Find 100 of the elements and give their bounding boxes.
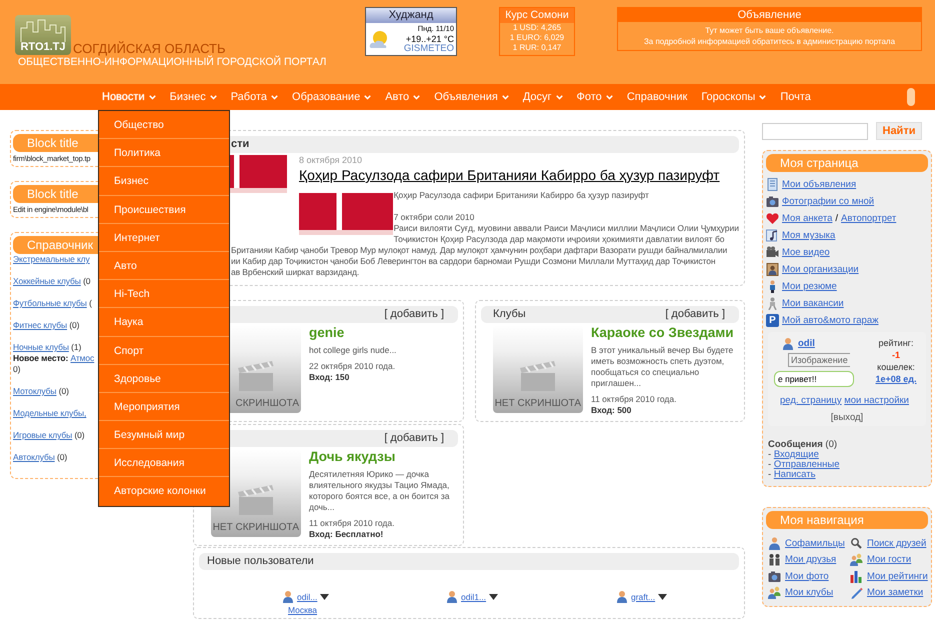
dropdown-menu-item[interactable]: Мероприятия [99,392,229,422]
new-place-label: Новое место: [13,353,68,363]
nav-menu-item[interactable]: Новости [102,84,156,110]
directory-link[interactable]: Хоккейные клубы [13,276,81,286]
messages-link[interactable]: Отправленные [774,459,840,470]
profile-menu-link[interactable]: Мое видео [782,247,830,258]
logout-link[interactable]: [выход] [772,412,922,423]
film-camera-icon [766,246,779,259]
site-logo[interactable]: RTO1.TJ [15,15,71,55]
event-title[interactable]: genie [309,325,396,340]
directory-link[interactable]: Игровые клубы [13,430,72,440]
guests-icon [850,553,863,566]
portrait-icon [766,263,779,276]
profile-link[interactable]: ред. страницу [780,395,842,406]
username-link[interactable]: graft... [631,592,656,602]
dropdown-menu-item[interactable]: Авто [99,252,229,280]
profile-menu-link[interactable]: Мои организации [782,264,859,275]
people-icon [768,536,781,550]
search-field[interactable] [762,122,868,140]
username-link[interactable]: odil... [297,592,318,602]
dropdown-menu-item[interactable]: Происшествия [99,196,229,224]
city-link[interactable]: Москва [282,605,446,615]
event-description: Десятилетняя Юрико — дочка влиятельного якудзы Тацио Ямада, которого боятся все, а он боится за дочь... [309,469,451,513]
nav-menu-item[interactable]: Почта [780,84,811,110]
navigation-link[interactable]: Мои друзья [785,554,836,566]
navigation-link[interactable]: Мои клубы [785,587,834,598]
add-link[interactable]: [ добавить ] [384,306,444,323]
caret-icon[interactable] [658,592,668,600]
dropdown-menu-item[interactable]: Исследования [99,449,229,478]
item-count: (1) [71,342,82,352]
wallet-label: кошелек: [876,361,916,373]
directory-link[interactable]: Фитнес клубы [13,320,68,330]
event-title[interactable]: Караоке со Звездами [591,325,739,340]
navigation-link[interactable]: Мои рейтинги [867,570,928,582]
dropdown-menu-item[interactable]: Безумный мир [99,421,229,450]
profile-menu-link[interactable]: Моя анкета [782,213,832,224]
nav-menu-item[interactable]: Досуг [522,84,563,110]
directory-link[interactable]: Модельные клубы, [13,408,86,418]
caret-icon[interactable] [320,592,330,600]
dropdown-menu-item[interactable]: Общество [99,111,229,140]
navigation-link[interactable]: Софамильцы [785,538,845,549]
event-title[interactable]: Дочь якудзы [309,449,458,464]
directory-link[interactable]: Ночные клубы [13,342,69,352]
profile-menu-link[interactable]: Автопортрет [841,213,896,224]
nav-menu-item[interactable]: Работа [230,84,278,110]
dropdown-menu-item[interactable]: Бизнес [99,167,229,196]
dropdown-menu-item[interactable]: Политика [99,139,229,168]
exchange-rate: 1 RUR: 0,147 [512,43,562,53]
add-link[interactable]: [ добавить ] [665,306,725,323]
nav-menu-item[interactable]: Гороскопы [701,84,766,110]
directory-link[interactable]: Мотоклубы [13,386,56,396]
chevron-down-icon [210,94,217,100]
navigation-link[interactable]: Мои заметки [867,587,924,598]
weather-source[interactable]: GISMETEO [404,44,454,54]
directory-link[interactable]: Экстремальные клу [13,254,90,264]
news-lead: Қоҳир Расулзода сафири Британияи Кабирро ба ҳузур пазируфт [394,190,650,201]
profile-menu-link[interactable]: Мои объявления [782,179,856,190]
directory-link[interactable]: Автоклубы [13,452,55,462]
navigation-link[interactable]: Мои гости [867,554,912,566]
dropdown-menu-item[interactable]: Авторские колонки [99,477,229,506]
navigation-link[interactable]: Поиск друзей [867,538,926,549]
news-date: 8 октября 2010 [299,155,363,165]
news-headline[interactable]: Қоҳир Расулзода сафири Британияи Кабирро ба ҳузур пазируфт [299,167,720,183]
placeholder-caption: НЕТ СКРИНШОТА [212,522,300,533]
nav-menu-item[interactable]: Образование [292,84,372,110]
dropdown-menu-item[interactable]: Hi-Tech [99,280,229,308]
add-link[interactable]: [ добавить ] [384,430,444,447]
profile-link[interactable]: мои настройки [844,395,909,406]
username-link[interactable]: odil1... [461,592,486,602]
profile-menu-link[interactable]: Мой авто&мото гараж [782,315,878,326]
profile-menu-link[interactable]: Мои вакансии [782,298,844,309]
messages-link[interactable]: Написать [774,469,816,480]
profile-menu-link[interactable]: Мои резюме [782,281,837,292]
messages-link[interactable]: Входящие [774,449,819,460]
caret-icon[interactable] [489,592,498,600]
search-button[interactable]: Найти [876,122,922,140]
nav-menu-item[interactable]: Справочник [626,84,688,110]
status-bubble: е привет!! [774,371,854,387]
item-count: (0) [57,452,68,462]
profile-menu-link[interactable]: Фотографии со мной [782,196,874,207]
dropdown-menu-item[interactable]: Здоровье [99,364,229,393]
item-count: ( [89,298,92,308]
new-place-link[interactable]: Атмос [70,353,94,363]
wallet-link[interactable]: 1е+08 ед. [876,374,916,384]
nav-menu-item[interactable]: Авто [385,84,420,110]
dropdown-menu-item[interactable]: Спорт [99,336,229,365]
nav-menu-item[interactable]: Бизнес [170,84,217,110]
navigation-link[interactable]: Мои фото [785,570,829,582]
chevron-down-icon [364,94,372,100]
username-link[interactable]: odil [798,338,815,349]
list-dash: - [768,449,772,460]
nav-menu-item[interactable]: Объявления [434,84,509,110]
dropdown-menu-item[interactable]: Интернет [99,224,229,252]
nav-menu-item[interactable]: Фото [576,84,613,110]
profile-menu-link[interactable]: Моя музыка [782,230,836,241]
music-note-icon [766,229,779,242]
dropdown-menu-item[interactable]: Наука [99,308,229,336]
directory-link[interactable]: Футбольные клубы [13,298,87,308]
article-text-line: Британияи Кабир ҷаноби Тревор Мур мулоқот намуд. Дар мулоқот ҳамчунин роҳбари дафтари Вазорати рушди байналмилалии [231,245,728,256]
article-text-line: Тоҷикистон Қоҳир Расулзода дар мақомоти иҷроияи ҳокимияти давлатии вилоят бо [394,234,726,245]
